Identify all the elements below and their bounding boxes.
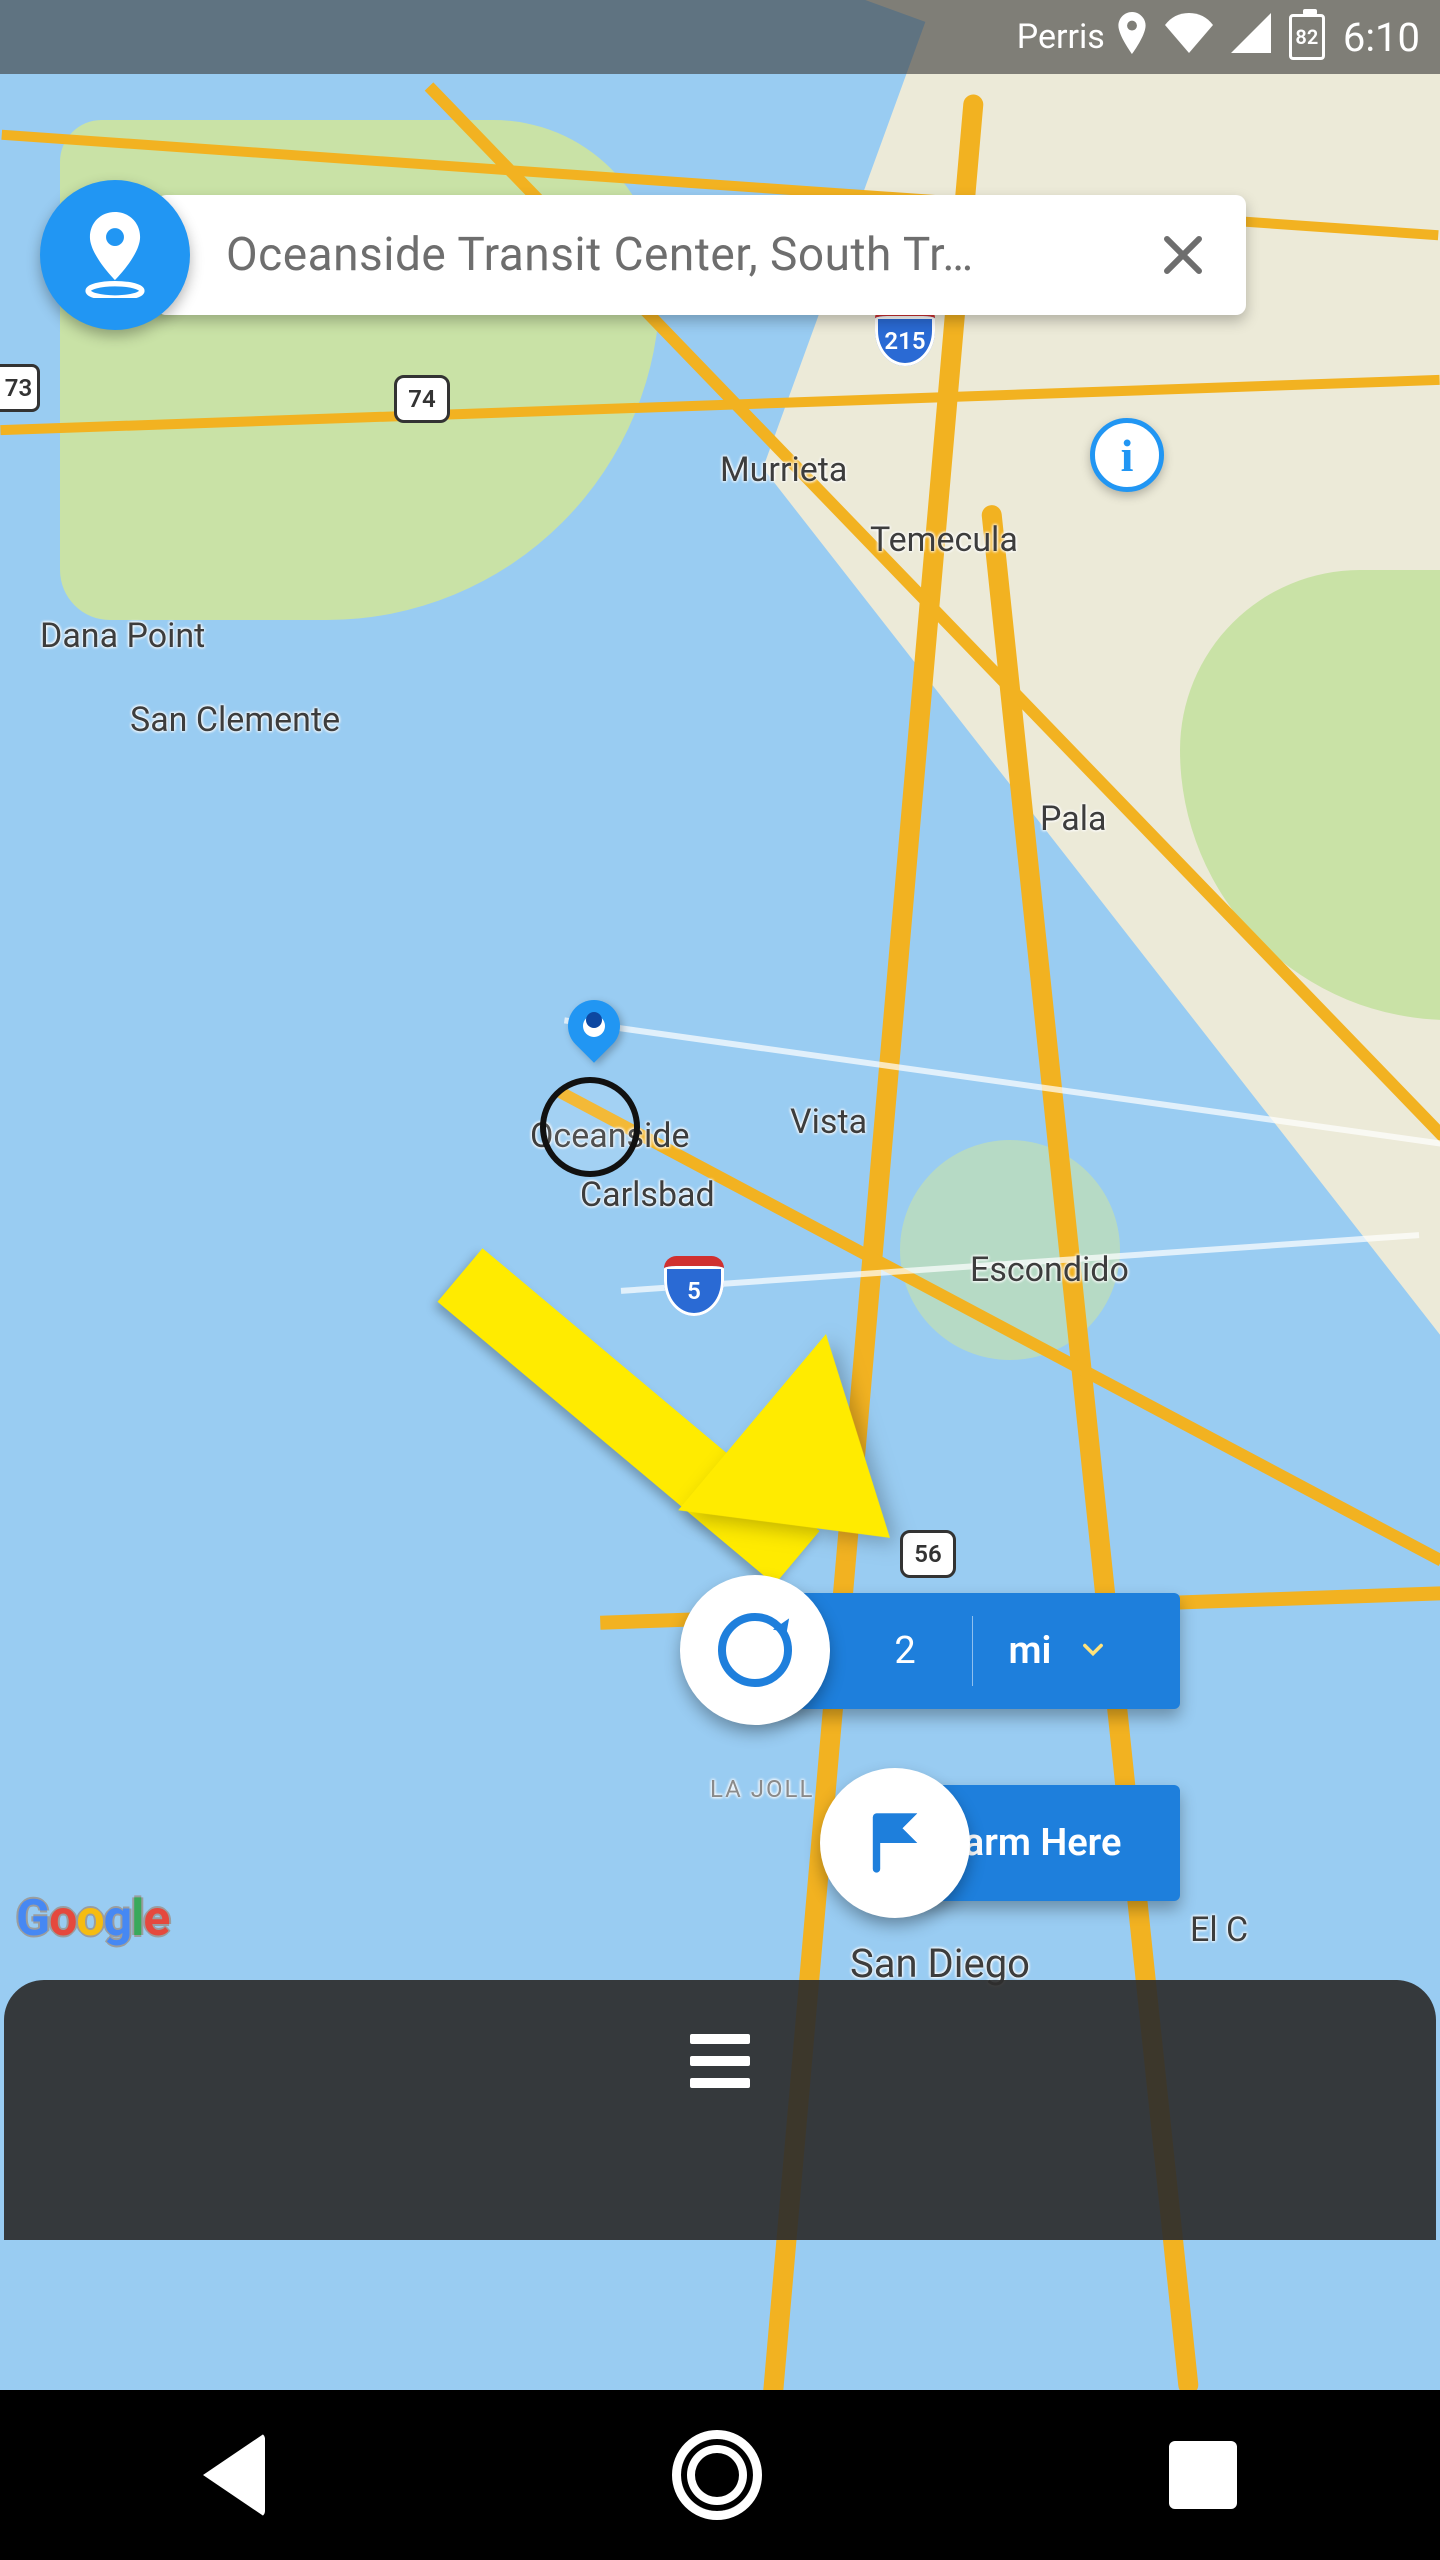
status-bar: Perris 82 6:10 — [0, 0, 1440, 74]
pin-drop-icon — [80, 212, 150, 298]
bottom-sheet-handle[interactable] — [4, 1980, 1436, 2240]
nav-recent-button[interactable] — [1169, 2441, 1237, 2509]
menu-icon — [690, 2034, 750, 2088]
city-label: San Clemente — [130, 700, 340, 740]
shield-sr56: 56 — [900, 1530, 956, 1578]
city-label: El C — [1190, 1910, 1248, 1950]
search-card[interactable]: Oceanside Transit Center, South Tr… — [156, 195, 1246, 315]
cell-signal-icon — [1231, 13, 1271, 62]
city-label: Temecula — [870, 520, 1018, 560]
radius-unit[interactable]: mi — [985, 1629, 1075, 1673]
nav-home-button[interactable] — [672, 2430, 762, 2520]
system-nav-bar — [0, 2390, 1440, 2560]
statusbar-clock: 6:10 — [1343, 14, 1420, 61]
city-label: Pala — [1040, 799, 1107, 839]
alarm-here-fab[interactable] — [820, 1768, 970, 1918]
wifi-icon — [1165, 13, 1213, 62]
location-fab[interactable] — [40, 180, 190, 330]
city-label: LA JOLL — [710, 1775, 814, 1803]
clear-search-button[interactable] — [1148, 220, 1218, 290]
statusbar-location: Perris — [1017, 17, 1105, 57]
radius-value[interactable]: 2 — [850, 1629, 960, 1673]
nav-back-button[interactable] — [203, 2433, 265, 2517]
radius-fab[interactable] — [680, 1575, 830, 1725]
city-label: Vista — [790, 1102, 867, 1142]
info-icon: i — [1121, 429, 1134, 482]
chevron-down-icon[interactable] — [1079, 1629, 1107, 1673]
compass-icon — [718, 1613, 792, 1687]
city-label: Murrieta — [720, 450, 847, 490]
city-label: Escondido — [970, 1250, 1129, 1290]
close-icon — [1159, 231, 1207, 279]
battery-icon: 82 — [1289, 14, 1325, 60]
location-icon — [1117, 12, 1147, 63]
shield-sr73: 73 — [0, 364, 40, 412]
alarm-radius-ring — [540, 1077, 640, 1177]
city-label: Carlsbad — [580, 1175, 715, 1215]
city-label: Dana Point — [40, 616, 205, 656]
flag-icon — [858, 1806, 932, 1880]
shield-sr74: 74 — [394, 375, 450, 423]
map-attribution: Google — [16, 1890, 169, 1948]
search-text: Oceanside Transit Center, South Tr… — [226, 228, 1148, 282]
info-button[interactable]: i — [1090, 418, 1164, 492]
